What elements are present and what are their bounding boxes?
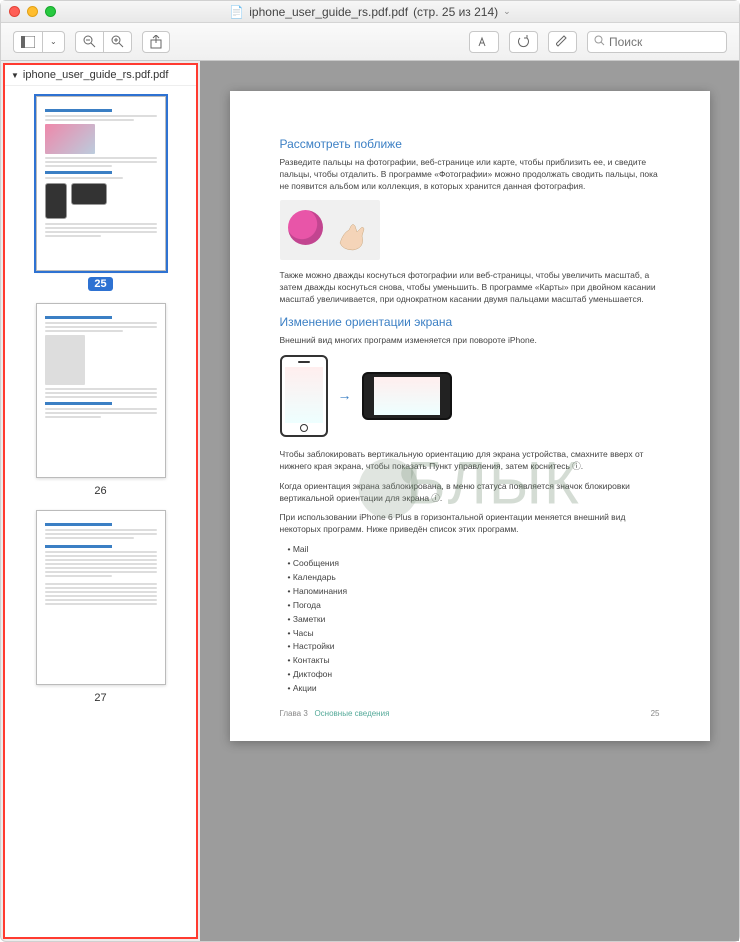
footer-section: Основные сведения <box>314 709 389 718</box>
zoom-out-button[interactable] <box>75 31 103 53</box>
search-field[interactable] <box>587 31 727 53</box>
title-pagecount: (стр. 25 из 214) <box>413 5 498 19</box>
orientation-image: → <box>280 355 660 437</box>
list-item: Настройки <box>288 641 660 653</box>
list-item: Заметки <box>288 614 660 626</box>
zoom-in-button[interactable] <box>103 31 132 53</box>
share-button[interactable] <box>142 31 170 53</box>
content-area: ▼ iphone_user_guide_rs.pdf.pdf 25 <box>1 61 739 941</box>
markup-button[interactable] <box>548 31 577 53</box>
minimize-icon[interactable] <box>27 6 38 17</box>
paragraph: Внешний вид многих программ изменяется п… <box>280 335 660 347</box>
rotate-button[interactable] <box>509 31 538 53</box>
zoom-icon[interactable] <box>45 6 56 17</box>
list-item: Погода <box>288 600 660 612</box>
paragraph: Также можно дважды коснуться фотографии … <box>280 270 660 306</box>
paragraph: Разведите пальцы на фотографии, веб-стра… <box>280 157 660 193</box>
disclosure-triangle-icon[interactable]: ▼ <box>11 71 19 80</box>
section-heading: Рассмотреть поближе <box>280 136 660 153</box>
arrow-right-icon: → <box>338 386 352 406</box>
thumbnail-label: 26 <box>88 484 112 498</box>
chevron-down-icon[interactable]: ⌄ <box>503 6 511 17</box>
highlight-button[interactable] <box>469 31 499 53</box>
footer-chapter: Глава 3 <box>280 709 308 718</box>
sidebar-button[interactable] <box>13 31 42 53</box>
file-icon: 📄 <box>229 5 244 19</box>
titlebar: 📄 iphone_user_guide_rs.pdf.pdf (стр. 25 … <box>1 1 739 23</box>
thumbnail-list: 25 26 <box>5 86 196 937</box>
footer-page-number: 25 <box>651 708 660 719</box>
document-viewport[interactable]: Рассмотреть поближе Разведите пальцы на … <box>200 61 739 941</box>
thumbnail-page-27[interactable]: 27 <box>36 510 166 705</box>
pinch-gesture-image <box>280 200 380 260</box>
sidebar-header[interactable]: ▼ iphone_user_guide_rs.pdf.pdf <box>5 65 196 86</box>
chevron-down-icon: ⌄ <box>50 37 57 46</box>
thumbnail-label: 27 <box>88 691 112 705</box>
page-footer: Глава 3 Основные сведения 25 <box>280 708 660 719</box>
search-icon <box>594 35 605 49</box>
thumbnail-label: 25 <box>88 277 112 291</box>
list-item: Контакты <box>288 655 660 667</box>
pdf-page: Рассмотреть поближе Разведите пальцы на … <box>230 91 710 741</box>
thumbnail-preview <box>36 510 166 685</box>
list-item: Календарь <box>288 572 660 584</box>
list-item: Mail <box>288 544 660 556</box>
zoom-group <box>75 31 132 53</box>
sidebar-menu-button[interactable]: ⌄ <box>42 31 65 53</box>
toolbar: ⌄ <box>1 23 739 61</box>
list-item: Диктофон <box>288 669 660 681</box>
thumbnail-page-26[interactable]: 26 <box>36 303 166 498</box>
list-item: Часы <box>288 628 660 640</box>
sidebar-toggle-group: ⌄ <box>13 31 65 53</box>
title-filename: iphone_user_guide_rs.pdf.pdf <box>249 5 408 19</box>
bullet-list: Mail Сообщения Календарь Напоминания Пог… <box>288 544 660 695</box>
window-title[interactable]: 📄 iphone_user_guide_rs.pdf.pdf (стр. 25 … <box>229 5 510 19</box>
thumbnails-sidebar: ▼ iphone_user_guide_rs.pdf.pdf 25 <box>3 63 198 939</box>
thumbnail-preview <box>36 303 166 478</box>
search-input[interactable] <box>609 35 720 49</box>
paragraph: Чтобы заблокировать вертикальную ориента… <box>280 449 660 473</box>
list-item: Сообщения <box>288 558 660 570</box>
sidebar-filename: iphone_user_guide_rs.pdf.pdf <box>23 69 169 81</box>
list-item: Напоминания <box>288 586 660 598</box>
close-icon[interactable] <box>9 6 20 17</box>
paragraph: При использовании iPhone 6 Plus в горизо… <box>280 512 660 536</box>
section-heading: Изменение ориентации экрана <box>280 314 660 331</box>
thumbnail-page-25[interactable]: 25 <box>36 96 166 291</box>
thumbnail-preview <box>36 96 166 271</box>
paragraph: Когда ориентация экрана заблокирована, в… <box>280 481 660 505</box>
list-item: Акции <box>288 683 660 695</box>
preview-window: 📄 iphone_user_guide_rs.pdf.pdf (стр. 25 … <box>0 0 740 942</box>
window-controls <box>9 6 56 17</box>
